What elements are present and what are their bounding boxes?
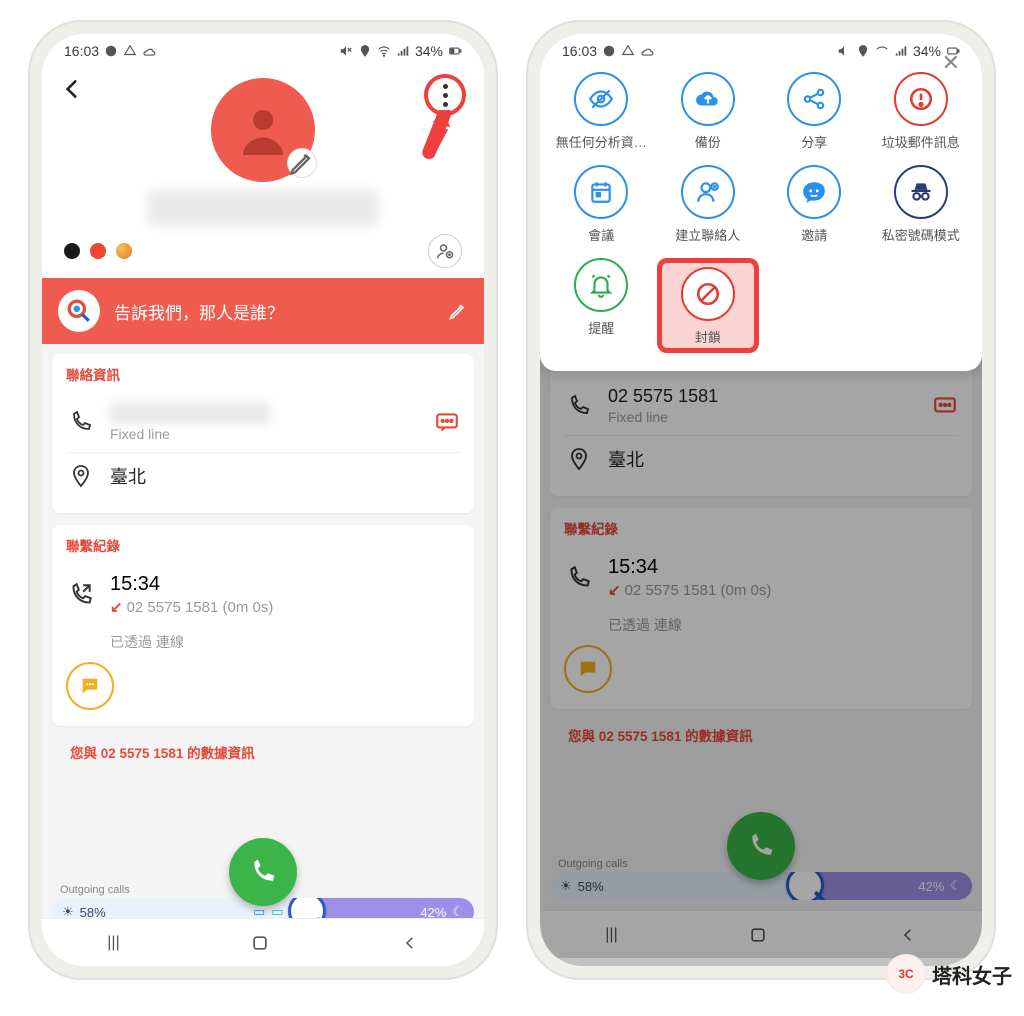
tag-dot-amber[interactable] [116,243,132,259]
cloud-up-icon [695,86,721,112]
alert-icon [908,86,934,112]
call-log-row[interactable]: 15:34 ↙02 5575 1581 (0m 0s) [66,563,460,626]
brand-avatar-icon: 3C [886,954,926,994]
outgoing-arrow-icon: ↙ [110,599,123,616]
sheet-meeting[interactable]: 會議 [550,165,653,244]
block-icon [695,281,721,307]
status-wifi-icon [377,44,391,58]
color-tags [56,226,470,272]
watermark-brand: 3C 塔科女子 [886,954,1012,994]
location-text: 臺北 [110,463,460,489]
content-area: 聯絡資訊 Fixed line 臺北 聯繫紀錄 [42,344,484,966]
annotation-arrow [406,110,454,162]
status-bar: 16:03 34% [42,34,484,68]
nav-home[interactable] [250,933,270,953]
status-drive-icon [123,44,137,58]
connected-via: 已透過 連線 [66,626,460,654]
contact-header [42,68,484,278]
history-header: 聯繫紀錄 [66,535,460,555]
nav-recents[interactable]: ||| [107,934,119,952]
sheet-analytics[interactable]: 無任何分析資… [550,72,653,151]
phone-mockup-left: 16:03 34% [28,20,498,980]
phone-row[interactable]: Fixed line [66,392,460,452]
status-bar: 16:03 34% [540,34,982,68]
edit-avatar-button[interactable] [287,148,317,178]
sheet-backup[interactable]: 備份 [657,72,760,151]
person-plus-icon [695,179,721,205]
back-button[interactable] [58,76,86,104]
call-time: 15:34 [110,573,460,596]
calendar-icon [588,179,614,205]
pencil-icon [288,133,316,193]
status-battery: 34% [415,43,443,59]
android-nav-bar: ||| [42,918,484,966]
message-icon[interactable] [434,409,460,435]
status-location-icon [358,44,372,58]
sheet-create-contact[interactable]: 建立聯絡人 [657,165,760,244]
contact-name-redacted [148,190,378,226]
chat-bubble-button[interactable] [66,662,114,710]
person-icon [233,100,293,160]
nav-back[interactable] [401,934,419,952]
screen-left: 16:03 34% [42,34,484,966]
banner-text: 告訴我們，那人是誰？ [114,299,284,324]
chat-icon [79,675,101,697]
status-cloud-icon [142,44,156,58]
status-batt-icon [448,44,462,58]
magnifier-icon [58,290,100,332]
contact-avatar[interactable] [211,78,315,182]
sheet-spam[interactable]: 垃圾郵件訊息 [870,72,973,151]
add-friend-button[interactable] [428,234,462,268]
action-sheet: ✕ 無任何分析資… 備份 分享 垃圾郵件訊息 [540,34,982,371]
sheet-private[interactable]: 私密號碼模式 [870,165,973,244]
status-mute-icon [339,44,353,58]
phone-number-redacted [110,402,270,424]
contact-info-card: 聯絡資訊 Fixed line 臺北 [52,354,474,513]
bell-icon [588,272,614,298]
chat-smile-icon [801,179,827,205]
phone-mockup-right: 16:03 34% 聯絡資訊 02 5575 1581 Fixed line [526,20,996,980]
sheet-invite[interactable]: 邀請 [763,165,866,244]
line-type: Fixed line [110,426,420,442]
screen-right: 16:03 34% 聯絡資訊 02 5575 1581 Fixed line [540,34,982,966]
status-time: 16:03 [64,43,99,59]
sheet-share[interactable]: 分享 [763,72,866,151]
status-app-icon [104,44,118,58]
share-icon [801,86,827,112]
incognito-icon [908,179,934,205]
person-add-icon [436,242,454,260]
identify-banner[interactable]: 告訴我們，那人是誰？ [42,278,484,344]
call-detail: 02 5575 1581 (0m 0s) [127,599,274,616]
kebab-icon [443,84,448,107]
tag-dot-black[interactable] [64,243,80,259]
location-row[interactable]: 臺北 [66,452,460,499]
sheet-remind[interactable]: 提醒 [550,258,653,353]
history-card: 聯繫紀錄 15:34 ↙02 5575 1581 (0m 0s) 已透過 連線 [52,525,474,726]
location-icon [69,464,93,488]
tag-dot-red[interactable] [90,243,106,259]
phone-icon [69,410,93,434]
data-info-header: 您與 02 5575 1581 的數據資訊 [52,738,474,768]
call-fab[interactable] [229,838,297,906]
status-signal-icon [396,44,410,58]
sheet-block-highlighted[interactable]: 封鎖 [657,258,760,353]
eye-off-icon [588,86,614,112]
phone-icon [248,857,278,887]
pencil-icon[interactable] [448,301,468,321]
outgoing-call-icon [68,582,94,608]
contact-info-header: 聯絡資訊 [66,364,460,384]
